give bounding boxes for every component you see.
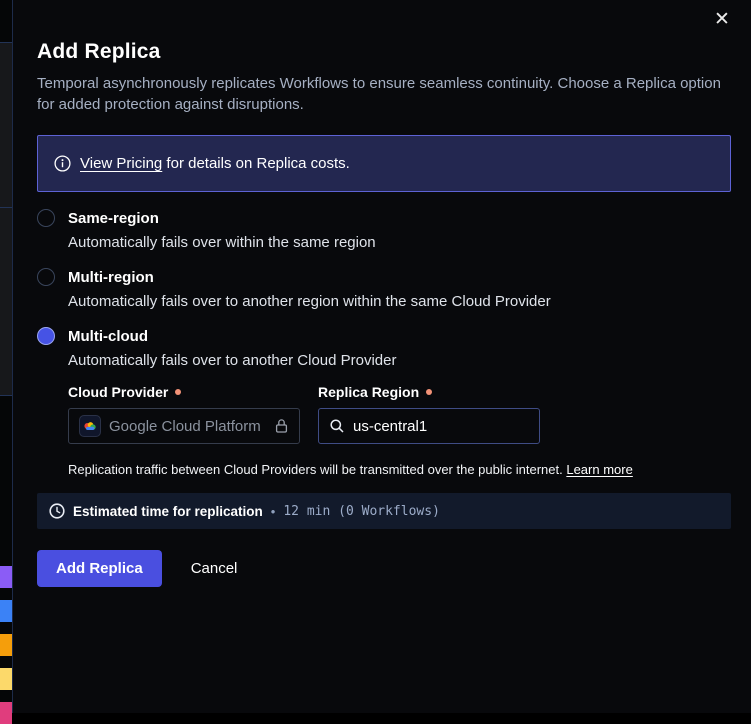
radio-icon[interactable]	[37, 268, 55, 286]
sidebar-avatar-strip	[0, 566, 12, 724]
estimate-banner: Estimated time for replication • 12 min …	[37, 493, 731, 529]
divider	[0, 42, 12, 43]
pricing-info-banner: View Pricing for details on Replica cost…	[37, 135, 731, 192]
radio-icon[interactable]	[37, 327, 55, 345]
modal-description: Temporal asynchronously replicates Workf…	[37, 73, 722, 115]
lock-icon	[274, 418, 289, 434]
replica-region-field: Replica Region us-central1	[318, 384, 540, 444]
option-same-region: Same-region Automatically fails over wit…	[37, 209, 731, 251]
add-replica-modal: ✕ Add Replica Temporal asynchronously re…	[13, 0, 751, 713]
radio-multi-region[interactable]: Multi-region	[37, 268, 731, 286]
option-multi-cloud: Multi-cloud Automatically fails over to …	[37, 327, 731, 477]
option-label: Multi-cloud	[68, 328, 148, 345]
pricing-banner-text: View Pricing for details on Replica cost…	[80, 155, 350, 172]
replica-region-input[interactable]: us-central1	[318, 408, 540, 444]
replica-options-group: Same-region Automatically fails over wit…	[37, 209, 731, 477]
info-icon	[54, 155, 71, 172]
cancel-button[interactable]: Cancel	[191, 560, 238, 577]
search-icon	[329, 418, 345, 434]
option-description: Automatically fails over within the same…	[68, 234, 731, 251]
option-multi-region: Multi-region Automatically fails over to…	[37, 268, 731, 310]
replica-region-label: Replica Region	[318, 384, 540, 400]
public-internet-note: Replication traffic between Cloud Provid…	[68, 462, 731, 477]
radio-same-region[interactable]: Same-region	[37, 209, 731, 227]
option-label: Multi-region	[68, 269, 154, 286]
cloud-provider-label: Cloud Provider	[68, 384, 300, 400]
namespace-avatar	[0, 634, 12, 656]
estimate-label: Estimated time for replication	[73, 504, 263, 519]
clock-icon	[49, 503, 65, 519]
cloud-provider-value: Google Cloud Platform	[109, 418, 266, 435]
option-description: Automatically fails over to another regi…	[68, 293, 731, 310]
radio-multi-cloud[interactable]: Multi-cloud	[37, 327, 731, 345]
divider	[0, 207, 12, 208]
namespace-avatar	[0, 566, 12, 588]
close-icon[interactable]: ✕	[709, 6, 735, 32]
replica-region-value: us-central1	[353, 418, 427, 435]
estimate-separator: •	[271, 504, 276, 519]
estimate-value: 12 min (0 Workflows)	[283, 504, 440, 519]
page-title: Add Replica	[37, 40, 731, 64]
background-sidebar-panel	[0, 42, 12, 395]
divider	[0, 395, 12, 396]
radio-icon[interactable]	[37, 209, 55, 227]
multi-cloud-fields: Cloud Provider	[68, 384, 731, 477]
required-dot-icon	[426, 389, 432, 395]
view-pricing-link[interactable]: View Pricing	[80, 155, 162, 172]
namespace-avatar	[0, 702, 12, 724]
background-page-strip	[0, 0, 13, 713]
namespace-avatar	[0, 600, 12, 622]
required-dot-icon	[175, 389, 181, 395]
option-description: Automatically fails over to another Clou…	[68, 352, 731, 369]
cloud-provider-select[interactable]: Google Cloud Platform	[68, 408, 300, 444]
cloud-provider-field: Cloud Provider	[68, 384, 300, 444]
option-label: Same-region	[68, 210, 159, 227]
gcp-logo-icon	[79, 415, 101, 437]
modal-actions: Add Replica Cancel	[37, 550, 731, 587]
add-replica-button[interactable]: Add Replica	[37, 550, 162, 587]
learn-more-link[interactable]: Learn more	[566, 462, 632, 477]
namespace-avatar	[0, 668, 12, 690]
